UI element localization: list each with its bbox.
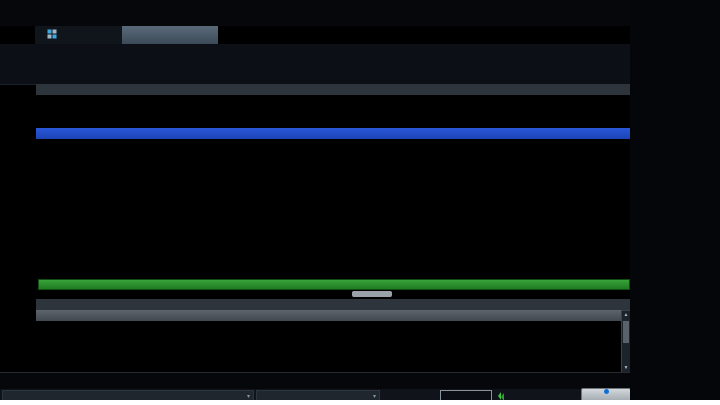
scroll-down-icon[interactable]: ▼ — [622, 364, 630, 372]
softkey-sidebar — [630, 0, 720, 400]
bargraph-window-header[interactable] — [36, 84, 631, 95]
peak-list-header-row — [36, 310, 621, 321]
sync-status-icon — [496, 389, 506, 400]
knob-dot-icon — [604, 389, 609, 394]
peak-list-window-header[interactable] — [36, 299, 631, 310]
att-knob-button[interactable] — [581, 388, 631, 400]
tab-multiview[interactable] — [35, 26, 129, 44]
scrollbar-thumb[interactable] — [623, 321, 629, 343]
scan-chart[interactable] — [38, 139, 628, 277]
softkey-bar — [0, 372, 630, 390]
multiview-grid-icon — [47, 29, 57, 42]
settings-bar — [0, 44, 630, 85]
datetime — [520, 389, 576, 395]
scan-scrollbar-thumb[interactable] — [352, 291, 392, 297]
status-field-1[interactable]: ▾ — [2, 390, 254, 400]
tab-receiver[interactable] — [122, 26, 218, 44]
toolbar — [0, 0, 630, 26]
scan-window-header[interactable] — [36, 128, 631, 139]
progress-bar — [440, 390, 492, 400]
scroll-up-icon[interactable]: ▲ — [622, 311, 630, 319]
instrument-screen: ▲ ▼ ▾ ▾ — [0, 0, 720, 400]
screen-matte — [0, 400, 720, 405]
status-bar: ▾ ▾ — [0, 389, 720, 400]
status-field-2[interactable]: ▾ — [256, 390, 380, 400]
range-bar — [38, 279, 630, 290]
